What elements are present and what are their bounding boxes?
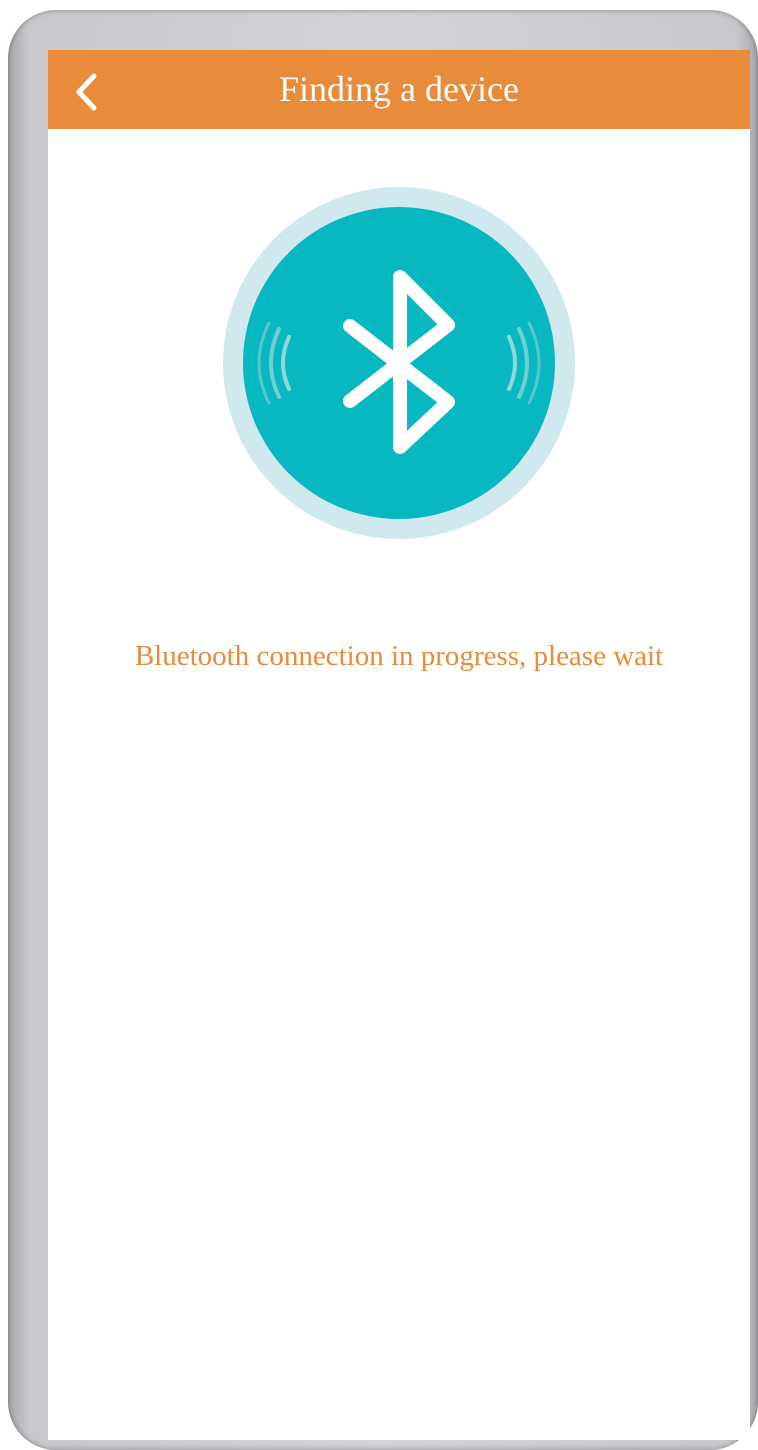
device-frame: Finding a device Bluetooth connection in… bbox=[8, 10, 758, 1450]
connection-status-text: Bluetooth connection in progress, please… bbox=[134, 640, 664, 672]
page-title: Finding a device bbox=[279, 69, 519, 109]
app-screen: Finding a device Bluetooth connection in… bbox=[48, 50, 750, 1440]
bluetooth-circle bbox=[223, 187, 575, 539]
top-app-bar: Finding a device bbox=[48, 50, 750, 129]
bluetooth-searching-graphic bbox=[223, 187, 575, 539]
